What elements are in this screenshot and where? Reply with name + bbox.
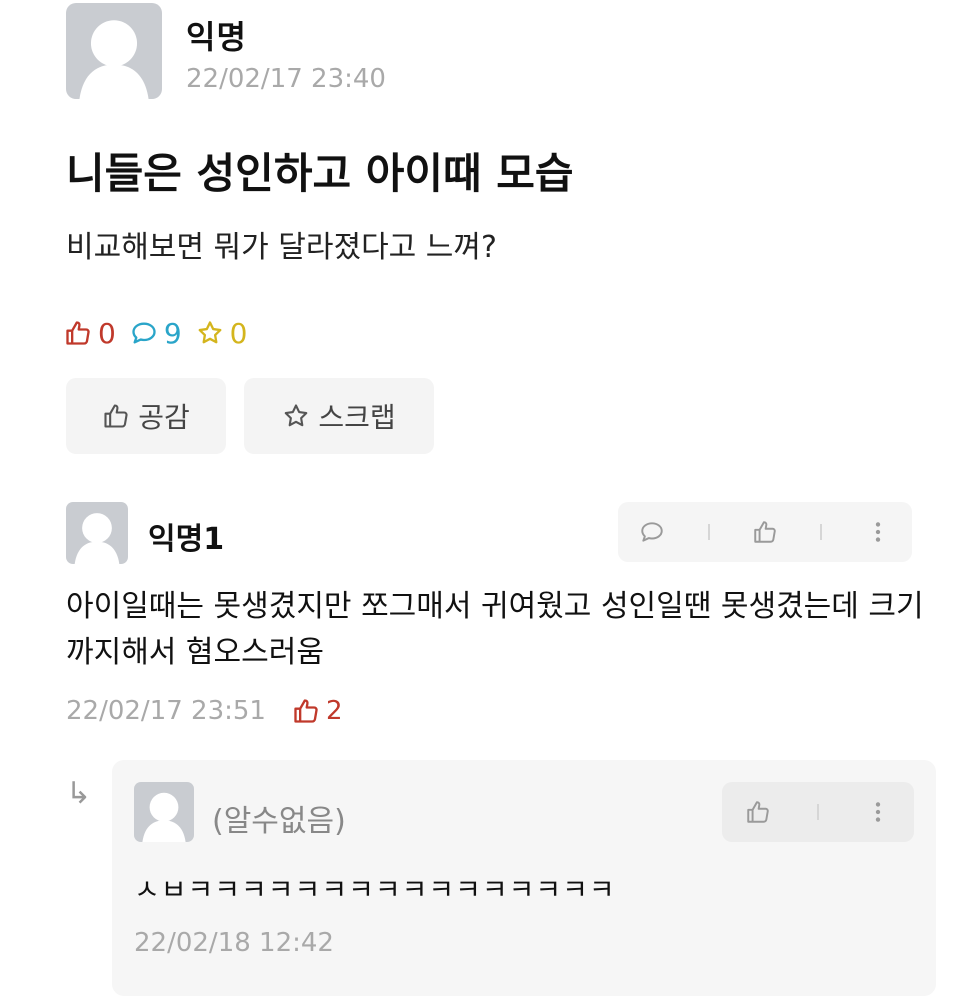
comment-text: 아이일때는 못생겼지만 쪼그매서 귀여웠고 성인일땐 못생겼는데 크기까지해서 … xyxy=(66,589,924,670)
more-vertical-icon[interactable] xyxy=(865,519,891,545)
like-count-value: 0 xyxy=(98,316,116,350)
thumbs-up-icon xyxy=(66,321,90,345)
author-avatar xyxy=(66,3,162,99)
thumbs-up-icon xyxy=(104,404,128,428)
thumbs-up-icon[interactable] xyxy=(745,799,771,825)
post-author: 익명 xyxy=(186,18,247,56)
star-icon xyxy=(198,321,222,344)
reply-text: ㅅㅂㅋㅋㅋㅋㅋㅋㅋㅋㅋㅋㅋㅋㅋㅋㅋㅋ xyxy=(134,873,616,906)
comment-avatar xyxy=(66,502,128,564)
star-icon xyxy=(285,404,308,427)
divider xyxy=(817,804,819,820)
thumbs-up-icon xyxy=(294,699,318,723)
divider xyxy=(820,524,823,540)
scrap-button[interactable]: 스크랩 xyxy=(244,378,434,454)
comment-count-value: 9 xyxy=(163,316,182,350)
comment-timestamp: 22/02/17 23:51 xyxy=(66,696,266,726)
default-person-avatar-icon xyxy=(74,513,120,564)
thumbs-up-icon[interactable] xyxy=(752,519,778,545)
scrap-count: 0 xyxy=(196,316,248,350)
reply-timestamp: 22/02/18 12:42 xyxy=(134,928,334,958)
default-person-avatar-icon xyxy=(142,792,186,842)
reply-comment-icon[interactable] xyxy=(639,519,665,545)
reply-author: (알수없음) xyxy=(212,804,346,839)
reply-actions xyxy=(722,782,914,842)
scrap-count-value: 0 xyxy=(229,316,248,350)
comment-like-count: 2 xyxy=(292,696,343,726)
like-count: 0 xyxy=(64,317,116,350)
comment-author: 익명1 xyxy=(148,522,225,557)
more-vertical-icon[interactable] xyxy=(865,799,891,825)
comment-count: 9 xyxy=(130,317,182,350)
post-timestamp: 22/02/17 23:40 xyxy=(186,64,386,94)
post-stats: 0 9 0 xyxy=(64,313,261,353)
comment-actions xyxy=(618,502,912,562)
reply-avatar xyxy=(134,782,194,842)
comment-like-value: 2 xyxy=(325,696,343,726)
like-button-label: 공감 xyxy=(138,401,190,434)
reply-arrow-icon: ↳ xyxy=(66,776,92,811)
post-body: 비교해보면 뭐가 달라졌다고 느껴? xyxy=(66,230,497,265)
default-person-avatar-icon xyxy=(79,20,149,99)
divider xyxy=(707,524,710,540)
comment-meta: 22/02/17 23:51 2 xyxy=(66,696,343,726)
post-title: 니들은 성인하고 아이때 모습 xyxy=(66,149,574,198)
speech-bubble-icon xyxy=(132,322,156,344)
like-button[interactable]: 공감 xyxy=(66,378,226,454)
scrap-button-label: 스크랩 xyxy=(318,401,396,434)
